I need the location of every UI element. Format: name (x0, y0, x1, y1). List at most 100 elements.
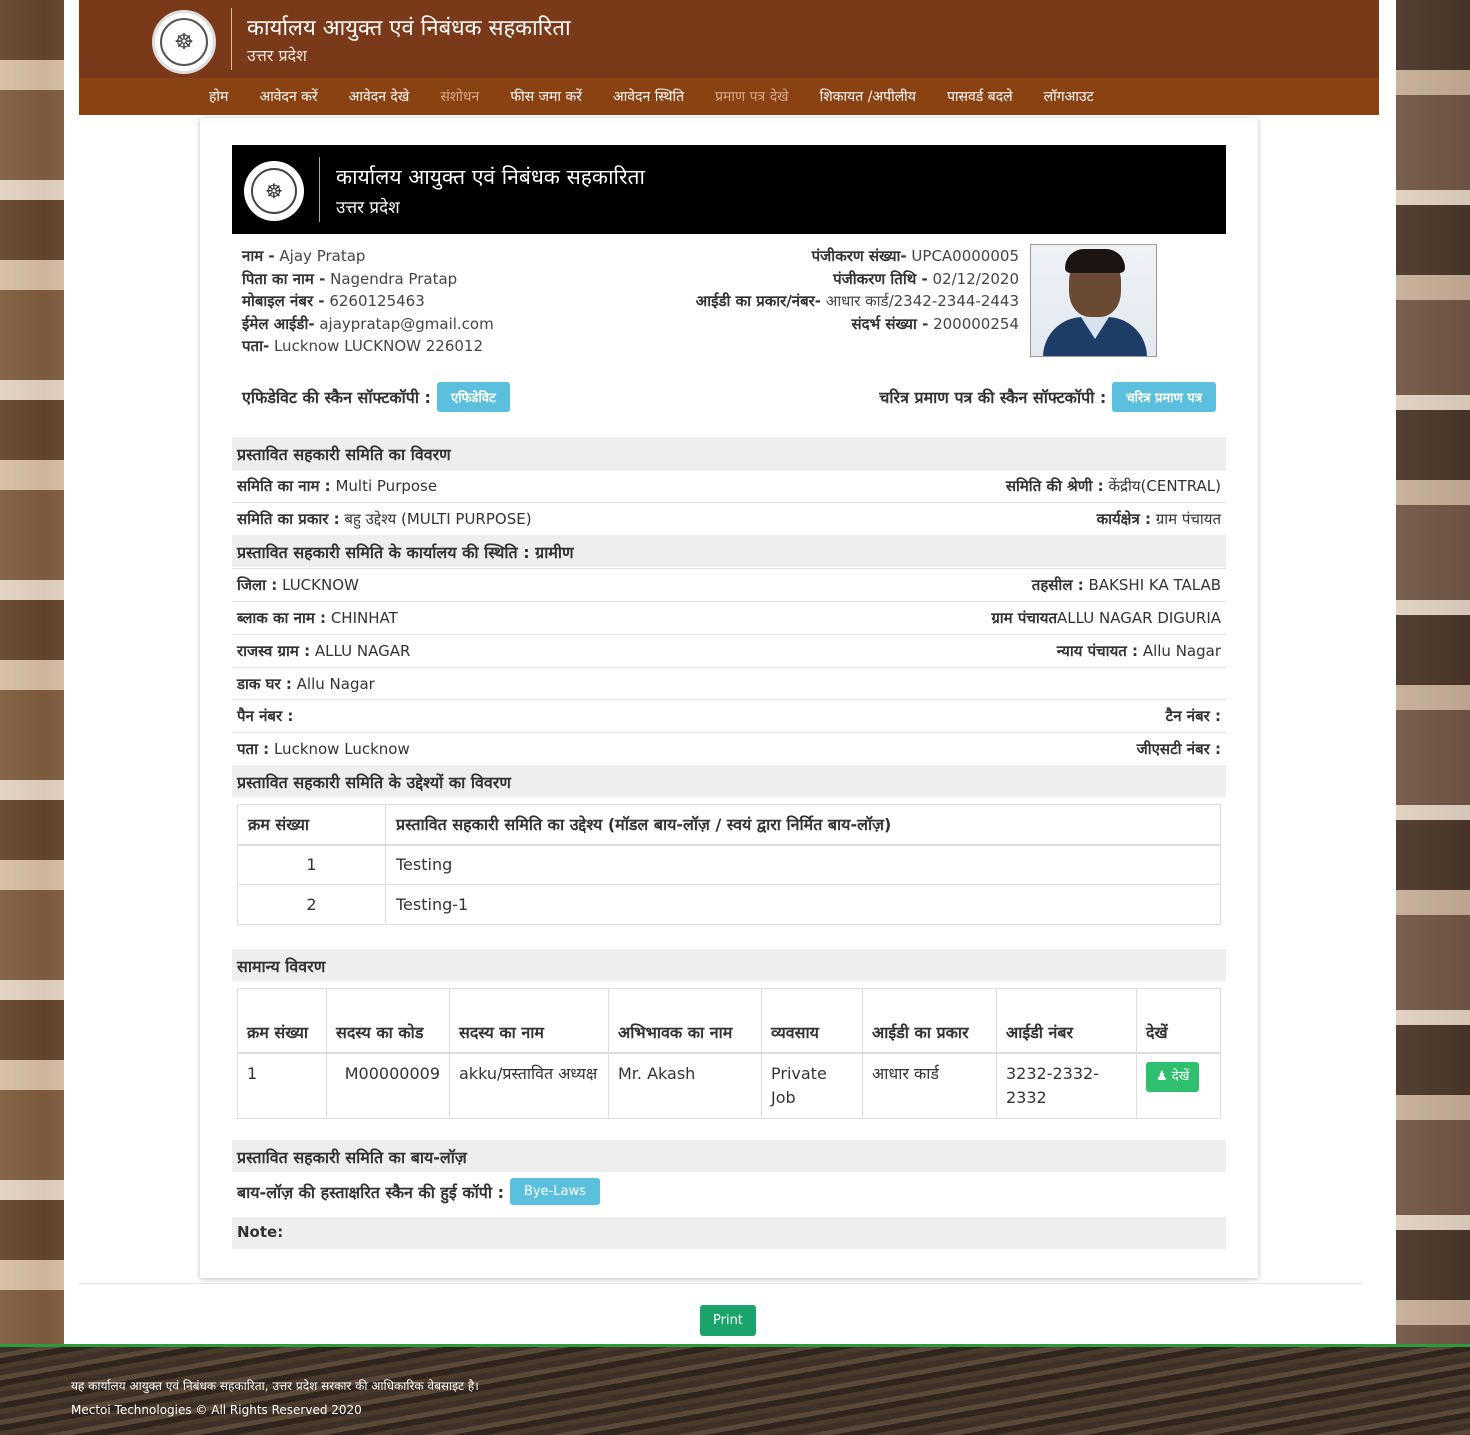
society-name-label: समिति का नाम : (237, 477, 331, 495)
affidavit-button[interactable]: एफिडेविट (436, 382, 510, 412)
main-nav: होम आवेदन करें आवेदन देखे संशोधन फीस जमा… (79, 78, 1379, 115)
society-category-label: समिति की श्रेणी : (1005, 477, 1104, 495)
mobile-value: 6260125463 (329, 292, 425, 310)
tehsil-label: तहसील : (1031, 576, 1084, 594)
address-value: Lucknow LUCKNOW 226012 (273, 337, 484, 355)
footer-disclaimer: यह कार्यालय आयुक्त एवं निबंधक सहकारिता, … (71, 1379, 479, 1393)
members-header-view: देखें (1136, 988, 1221, 1054)
members-header-code: सदस्य का कोड (326, 988, 450, 1054)
society-type-value: बहु उद्देश्य (MULTI PURPOSE) (344, 510, 532, 528)
society-address-label: पता : (237, 740, 270, 758)
applicant-photo (1030, 244, 1157, 357)
tehsil-value: BAKSHI KA TALAB (1088, 576, 1222, 594)
mobile-label: मोबाइल नंबर - (242, 292, 325, 310)
bylaws-button[interactable]: Bye-Laws (510, 1178, 600, 1205)
block-value: CHINHAT (330, 609, 398, 627)
gst-label: जीएसटी नंबर : (1136, 740, 1221, 758)
ref-no-value: 200000254 (933, 314, 1019, 333)
affidavit-scan: एफिडेविट की स्कैन सॉफ्टकॉपी : एफिडेविट (242, 382, 510, 412)
objectives-table: क्रम संख्या प्रस्तावित सहकारी समिति का उ… (237, 804, 1221, 925)
nyay-panchayat-value: Allu Nagar (1142, 642, 1221, 660)
card-header-divider (319, 157, 320, 222)
footer-divider (79, 1283, 1363, 1284)
id-type-label: आईडी का प्रकार/नंबर- (695, 292, 822, 310)
member-sno: 1 (237, 1052, 327, 1119)
background-right (1392, 0, 1470, 1435)
nav-logout[interactable]: लॉगआउट (1044, 87, 1094, 106)
revenue-village-value: ALLU NAGAR (314, 642, 411, 660)
nav-application-status[interactable]: आवेदन स्थिति (613, 87, 684, 106)
applicant-info: नाम - Ajay Pratap पिता का नाम - Nagendra… (242, 245, 494, 358)
view-member-button[interactable]: ♟ देखें (1146, 1061, 1200, 1092)
nav-amendment[interactable]: संशोधन (440, 87, 479, 106)
gram-panchayat-value: ALLU NAGAR DIGURIA (1057, 609, 1221, 627)
member-code: M00000009 (326, 1052, 450, 1119)
card-subtitle: उत्तर प्रदेश (336, 198, 400, 218)
member-guardian: Mr. Akash (608, 1052, 762, 1119)
bylaws-row: बाय-लॉज़ की हस्ताक्षरित स्कैन की हुई कॉप… (237, 1178, 600, 1205)
society-row-address: पता : Lucknow Lucknow जीएसटी नंबर : (232, 732, 1226, 765)
card-header: ☸ कार्यालय आयुक्त एवं निबंधक सहकारिता उत… (232, 145, 1226, 234)
nav-apply[interactable]: आवेदन करें (259, 87, 317, 106)
email-label: ईमेल आईडी- (242, 314, 315, 333)
society-address-value: Lucknow Lucknow (273, 740, 410, 758)
member-occupation: Private Job (761, 1052, 863, 1119)
nav-view-application[interactable]: आवेदन देखे (349, 87, 410, 106)
nav-home[interactable]: होम (209, 87, 228, 106)
address-label: पता- (242, 337, 270, 355)
table-row: 2 Testing-1 (237, 884, 1221, 925)
revenue-village-label: राजस्व ग्राम : (237, 642, 311, 660)
father-value: Nagendra Pratap (330, 269, 458, 288)
name-label: नाम - (242, 247, 275, 265)
member-id-type: आधार कार्ड (862, 1052, 997, 1119)
nav-complaint[interactable]: शिकायत /अपीलीय (820, 87, 916, 106)
nav-pay-fees[interactable]: फीस जमा करें (510, 87, 582, 106)
objective-text: Testing (385, 844, 1221, 885)
site-header: ☸ कार्यालय आयुक्त एवं निबंधक सहकारिता उत… (79, 0, 1379, 115)
district-label: जिला : (237, 576, 278, 594)
site-subtitle: उत्तर प्रदेश (247, 46, 307, 65)
name-value: Ajay Pratap (279, 247, 366, 265)
society-row-pan: पैन नंबर : टैन नंबर : (232, 699, 1226, 732)
society-type-label: समिति का प्रकार : (237, 510, 340, 528)
office-status: प्रस्तावित सहकारी समिति के कार्यालय की स… (232, 535, 1226, 567)
print-button[interactable]: Print (700, 1305, 756, 1336)
character-certificate-button[interactable]: चरित्र प्रमाण पत्र (1112, 382, 1216, 412)
print-wrapper: Print (700, 1305, 756, 1336)
affidavit-label: एफिडेविट की स्कैन सॉफ्टकॉपी : (242, 388, 431, 407)
table-row: 1 M00000009 akku/प्रस्तावित अध्यक्ष Mr. … (237, 1052, 1221, 1119)
card-title: कार्यालय आयुक्त एवं निबंधक सहकारिता (336, 165, 645, 189)
registration-info: पंजीकरण संख्या- UPCA0000005 पंजीकरण तिथि… (696, 245, 1019, 335)
email-value: ajaypratap@gmail.com (319, 314, 494, 333)
father-label: पिता का नाम - (242, 269, 326, 288)
tan-label: टैन नंबर : (1165, 707, 1221, 725)
members-header-guardian: अभिभावक का नाम (608, 988, 762, 1054)
note: Note: (232, 1217, 1226, 1249)
ref-no-label: संदर्भ संख्या - (851, 314, 929, 333)
pan-label: पैन नंबर : (237, 707, 294, 725)
bylaws-label: बाय-लॉज़ की हस्ताक्षरित स्कैन की हुई कॉप… (237, 1182, 504, 1202)
society-area-label: कार्यक्षेत्र : (1096, 510, 1151, 528)
society-section-title: प्रस्तावित सहकारी समिति का विवरण (232, 437, 1226, 469)
character-certificate-scan: चरित्र प्रमाण पत्र की स्कैन सॉफ्टकॉपी : … (879, 382, 1216, 412)
post-office-value: Allu Nagar (296, 675, 375, 693)
district-value: LUCKNOW (282, 576, 359, 594)
nyay-panchayat-label: न्याय पंचायत : (1056, 642, 1139, 660)
header-divider (231, 8, 232, 70)
society-area-value: ग्राम पंचायत (1155, 510, 1221, 528)
society-row-post-office: डाक घर : Allu Nagar (232, 667, 1226, 700)
table-row: 1 Testing (237, 844, 1221, 885)
society-row-block: ब्लाक का नाम : CHINHAT ग्राम पंचायतALLU … (232, 601, 1226, 634)
user-icon: ♟ (1156, 1068, 1168, 1084)
reg-no-value: UPCA0000005 (911, 247, 1019, 265)
nav-change-password[interactable]: पासवर्ड बदले (947, 87, 1013, 106)
bylaws-section-title: प्रस्तावित सहकारी समिति का बाय-लॉज़ (232, 1140, 1226, 1172)
up-emblem-icon: ☸ (244, 161, 304, 221)
reg-date-value: 02/12/2020 (932, 269, 1019, 288)
block-label: ब्लाक का नाम : (237, 609, 327, 627)
member-id-no: 3232-2332-2332 (996, 1052, 1137, 1119)
site-footer: यह कार्यालय आयुक्त एवं निबंधक सहकारिता, … (0, 1347, 1470, 1435)
nav-view-certificate[interactable]: प्रमाण पत्र देखे (715, 87, 789, 106)
general-section-title: सामान्य विवरण (232, 949, 1226, 981)
members-header-id-type: आईडी का प्रकार (862, 988, 997, 1054)
